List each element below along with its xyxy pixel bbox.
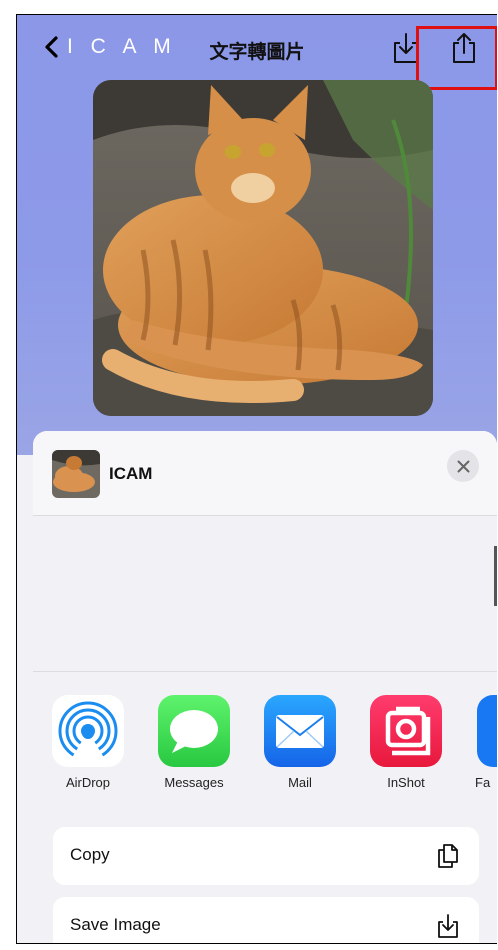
cat-photo — [93, 80, 433, 416]
messages-icon — [158, 695, 230, 767]
apps-row: AirDrop Messages Mail InShot Fa — [33, 672, 497, 812]
nav-bar: I C A M 文字轉圖片 — [17, 15, 497, 90]
app-label: Fa — [475, 775, 491, 790]
close-icon — [457, 460, 469, 472]
save-image-icon — [438, 914, 458, 938]
app-airdrop[interactable]: AirDrop — [43, 695, 133, 790]
app-label: AirDrop — [65, 775, 111, 790]
app-facebook[interactable]: Fa — [467, 695, 497, 790]
share-sheet-header: ICAM — [33, 431, 497, 516]
scroll-edge-indicator — [494, 546, 497, 606]
airdrop-icon — [52, 695, 124, 767]
action-label: Copy — [70, 845, 110, 864]
app-messages[interactable]: Messages — [149, 695, 239, 790]
suggestions-row — [33, 516, 497, 672]
save-image-action[interactable]: Save Image — [53, 897, 479, 943]
mail-icon — [264, 695, 336, 767]
share-thumbnail — [52, 450, 100, 498]
inshot-icon — [370, 695, 442, 767]
app-label: InShot — [387, 775, 425, 790]
actions-list: Copy Save Image — [53, 827, 479, 943]
app-label: Mail — [288, 775, 312, 790]
app-mail[interactable]: Mail — [255, 695, 345, 790]
copy-icon — [438, 844, 458, 868]
phone-screen: I C A M 文字轉圖片 ICAM AirDrop Messages Mail… — [16, 14, 497, 944]
share-sheet: ICAM AirDrop Messages Mail InShot Fa Cop… — [33, 431, 497, 943]
share-app-name: ICAM — [109, 464, 153, 483]
share-button-highlight — [416, 26, 497, 90]
facebook-icon — [477, 695, 497, 767]
action-label: Save Image — [70, 915, 161, 934]
copy-action[interactable]: Copy — [53, 827, 479, 885]
app-label: Messages — [164, 775, 224, 790]
app-inshot[interactable]: InShot — [361, 695, 451, 790]
close-button[interactable] — [447, 450, 479, 482]
